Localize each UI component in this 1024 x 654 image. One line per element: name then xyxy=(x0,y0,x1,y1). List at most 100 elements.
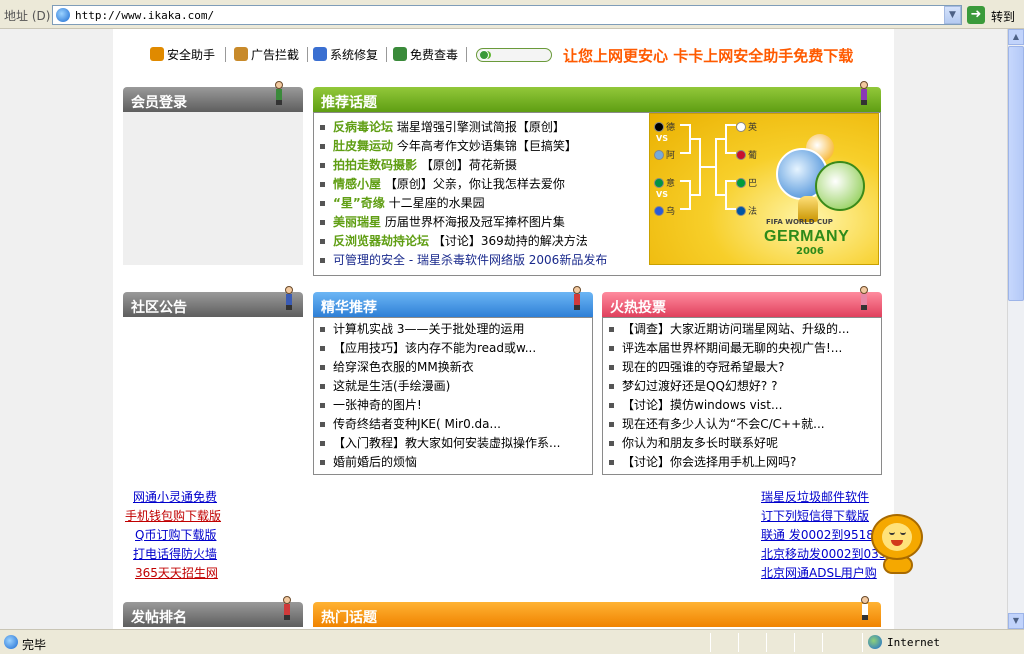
ad-link[interactable]: 打电话得防火墙 xyxy=(133,545,217,562)
address-dropdown-button[interactable]: ▼ xyxy=(944,6,961,24)
scroll-up-button[interactable]: ▲ xyxy=(1008,29,1024,45)
list-item[interactable]: 现在的四强谁的夺冠希望最大? xyxy=(603,358,879,377)
download-slogan-link[interactable]: 让您上网更安心 卡卡上网安全助手免费下载 xyxy=(563,45,853,66)
forum-tag[interactable]: 肚皮舞运动 xyxy=(333,139,393,153)
flag-item: 英 xyxy=(736,120,757,133)
topic-link[interactable]: 一张神奇的图片! xyxy=(333,398,422,412)
topic-link[interactable]: 【原创】父亲，你让我怎样去爱你 xyxy=(385,177,565,191)
topic-link[interactable]: 历届世界杯海报及冠军捧杯图片集 xyxy=(385,215,565,229)
forum-tag[interactable]: 反病毒论坛 xyxy=(333,120,393,134)
list-item[interactable]: 给穿深色衣服的MM换新衣 xyxy=(314,358,590,377)
ad-link[interactable]: 365天天招生网 xyxy=(135,564,218,581)
list-item[interactable]: 计算机实战 3——关于批处理的运用 xyxy=(314,320,590,339)
topic-link[interactable]: 【应用技巧】该内存不能为read或w... xyxy=(333,341,536,355)
list-item[interactable]: 可管理的安全 - 瑞星杀毒软件网络版 2006新品发布 xyxy=(314,251,644,270)
vote-link[interactable]: 梦幻过渡好还是QQ幻想好? ? xyxy=(622,379,777,393)
forum-tag[interactable]: 情感小屋 xyxy=(333,177,381,191)
hot-vote-title: 火热投票 xyxy=(610,300,666,316)
list-item[interactable]: 【应用技巧】该内存不能为read或w... xyxy=(314,339,590,358)
ad-link[interactable]: 联通 发0002到9518 xyxy=(761,526,874,543)
ad-link[interactable]: 网通小灵通免费 xyxy=(133,488,217,505)
flag-label: 英 xyxy=(748,123,758,133)
essence-header: 精华推荐 xyxy=(313,286,593,317)
person-icon xyxy=(283,596,291,620)
scrollbar-thumb[interactable] xyxy=(1008,46,1024,301)
address-input[interactable]: http://www.ikaka.com/ xyxy=(52,5,962,25)
topic-link[interactable]: 计算机实战 3——关于批处理的运用 xyxy=(333,322,524,336)
forum-tag[interactable]: 美丽瑞星 xyxy=(333,215,381,229)
vote-link[interactable]: 评选本届世界杯期间最无聊的央视广告!... xyxy=(622,341,842,355)
ad-link[interactable]: 北京网通ADSL用户购 xyxy=(761,564,877,581)
list-item[interactable]: 你认为和朋友多长时联系好呢 xyxy=(603,434,879,453)
topic-link[interactable]: 【讨论】369劫持的解决方法 xyxy=(433,234,588,248)
vote-link[interactable]: 现在的四强谁的夺冠希望最大? xyxy=(622,360,784,374)
list-item[interactable]: 现在还有多少人认为“不会C/C++就... xyxy=(603,415,879,434)
ad-link[interactable]: Q币订购下载版 xyxy=(135,526,216,543)
forum-tag[interactable]: “星”奇缘 xyxy=(333,196,385,210)
vs-label: VS xyxy=(656,190,668,199)
list-item[interactable]: 【调查】大家近期访问瑞星网站、升级的... xyxy=(603,320,879,339)
topic-link[interactable]: 【原创】荷花新摄 xyxy=(421,158,517,172)
list-item[interactable]: 肚皮舞运动 今年高考作文妙语集锦【巨搞笑】 xyxy=(314,137,644,156)
topic-link[interactable]: 婚前婚后的烦恼 xyxy=(333,455,417,469)
address-bar: 地址 (D) http://www.ikaka.com/ ▼ ➜ 转到 xyxy=(0,0,1024,29)
list-item[interactable]: 【讨论】你会选择用手机上网吗? xyxy=(603,453,879,472)
list-item[interactable]: 一张神奇的图片! xyxy=(314,396,590,415)
forum-tag[interactable]: 拍拍走数码摄影 xyxy=(333,158,417,172)
community-header: 社区公告 xyxy=(123,286,303,317)
topic-link[interactable]: 这就是生活(手绘漫画) xyxy=(333,379,450,393)
flag-item: 葡 xyxy=(736,148,757,161)
ad-link[interactable]: 订下列短信得下载版 xyxy=(761,507,869,524)
topic-link[interactable]: 【入门教程】教大家如何安装虚拟操作系... xyxy=(333,436,560,450)
ad-link[interactable]: 瑞星反垃圾邮件软件 xyxy=(761,488,869,505)
address-url[interactable]: http://www.ikaka.com/ xyxy=(75,9,214,22)
vote-link[interactable]: 现在还有多少人认为“不会C/C++就... xyxy=(622,417,825,431)
vertical-scrollbar[interactable]: ▲ ▼ xyxy=(1007,29,1024,629)
list-item[interactable]: 反病毒论坛 瑞星增强引擎测试简报【原创】 xyxy=(314,118,644,137)
topic-link[interactable]: 传奇终结者变种JKE( Mir0.da... xyxy=(333,417,501,431)
divider xyxy=(307,47,308,62)
topic-link[interactable]: 给穿深色衣服的MM换新衣 xyxy=(333,360,474,374)
tool-label: 免费查毒 xyxy=(410,48,459,62)
flag-item: 德 xyxy=(654,120,675,133)
list-item[interactable]: 情感小屋 【原创】父亲，你让我怎样去爱你 xyxy=(314,175,644,194)
forum-tag[interactable]: 反浏览器劫持论坛 xyxy=(333,234,429,248)
ad-link[interactable]: 手机钱包购下载版 xyxy=(125,507,221,524)
topic-link[interactable]: 十二星座的水果园 xyxy=(389,196,485,210)
tool-system-repair[interactable]: 系统修复 xyxy=(313,46,378,63)
list-item[interactable]: 【入门教程】教大家如何安装虚拟操作系... xyxy=(314,434,590,453)
list-item[interactable]: 传奇终结者变种JKE( Mir0.da... xyxy=(314,415,590,434)
tool-free-scan[interactable]: 免费查毒 xyxy=(393,46,458,63)
member-login-header: 会员登录 xyxy=(123,81,303,112)
worldcup-caption: FIFA WORLD CUP xyxy=(766,218,833,226)
flag-label: 德 xyxy=(666,123,676,133)
lion-mascot-icon[interactable] xyxy=(871,514,925,576)
page-viewport: 安全助手 广告拦截 系统修复 免费查毒 让您上网更安心 卡卡上网安全助手免费下载… xyxy=(0,29,1007,629)
vote-link[interactable]: 【讨论】摸仿windows vist... xyxy=(622,398,782,412)
topic-link[interactable]: 瑞星增强引擎测试简报【原创】 xyxy=(397,120,565,134)
list-item[interactable]: 梦幻过渡好还是QQ幻想好? ? xyxy=(603,377,879,396)
list-item[interactable]: 这就是生活(手绘漫画) xyxy=(314,377,590,396)
list-item[interactable]: “星”奇缘 十二星座的水果园 xyxy=(314,194,644,213)
tool-security-helper[interactable]: 安全助手 xyxy=(150,46,215,63)
vote-link[interactable]: 你认为和朋友多长时联系好呢 xyxy=(622,436,778,450)
list-item[interactable]: 拍拍走数码摄影 【原创】荷花新摄 xyxy=(314,156,644,175)
list-item[interactable]: 婚前婚后的烦恼 xyxy=(314,453,590,472)
member-login-title: 会员登录 xyxy=(131,95,187,111)
topic-link[interactable]: 今年高考作文妙语集锦【巨搞笑】 xyxy=(397,139,577,153)
list-item[interactable]: 【讨论】摸仿windows vist... xyxy=(603,396,879,415)
vote-link[interactable]: 【讨论】你会选择用手机上网吗? xyxy=(622,455,796,469)
list-item[interactable]: 反浏览器劫持论坛 【讨论】369劫持的解决方法 xyxy=(314,232,644,251)
ad-link[interactable]: 北京移动发0002到033 xyxy=(761,545,886,562)
scroll-down-button[interactable]: ▼ xyxy=(1008,613,1024,629)
divider xyxy=(225,47,226,62)
ie-status-icon xyxy=(4,635,18,649)
tool-ad-block[interactable]: 广告拦截 xyxy=(234,46,299,63)
worldcup-country: GERMANY xyxy=(764,228,850,245)
topic-link[interactable]: 可管理的安全 - 瑞星杀毒软件网络版 2006新品发布 xyxy=(333,253,607,267)
worldcup-banner-image[interactable]: 德 阿 意 乌 VS VS 英 葡 巴 法 FIFA WORLD CUP GER… xyxy=(649,113,879,265)
list-item[interactable]: 美丽瑞星 历届世界杯海报及冠军捧杯图片集 xyxy=(314,213,644,232)
go-button[interactable]: ➜ 转到 xyxy=(967,5,1021,25)
vote-link[interactable]: 【调查】大家近期访问瑞星网站、升级的... xyxy=(622,322,849,336)
list-item[interactable]: 评选本届世界杯期间最无聊的央视广告!... xyxy=(603,339,879,358)
